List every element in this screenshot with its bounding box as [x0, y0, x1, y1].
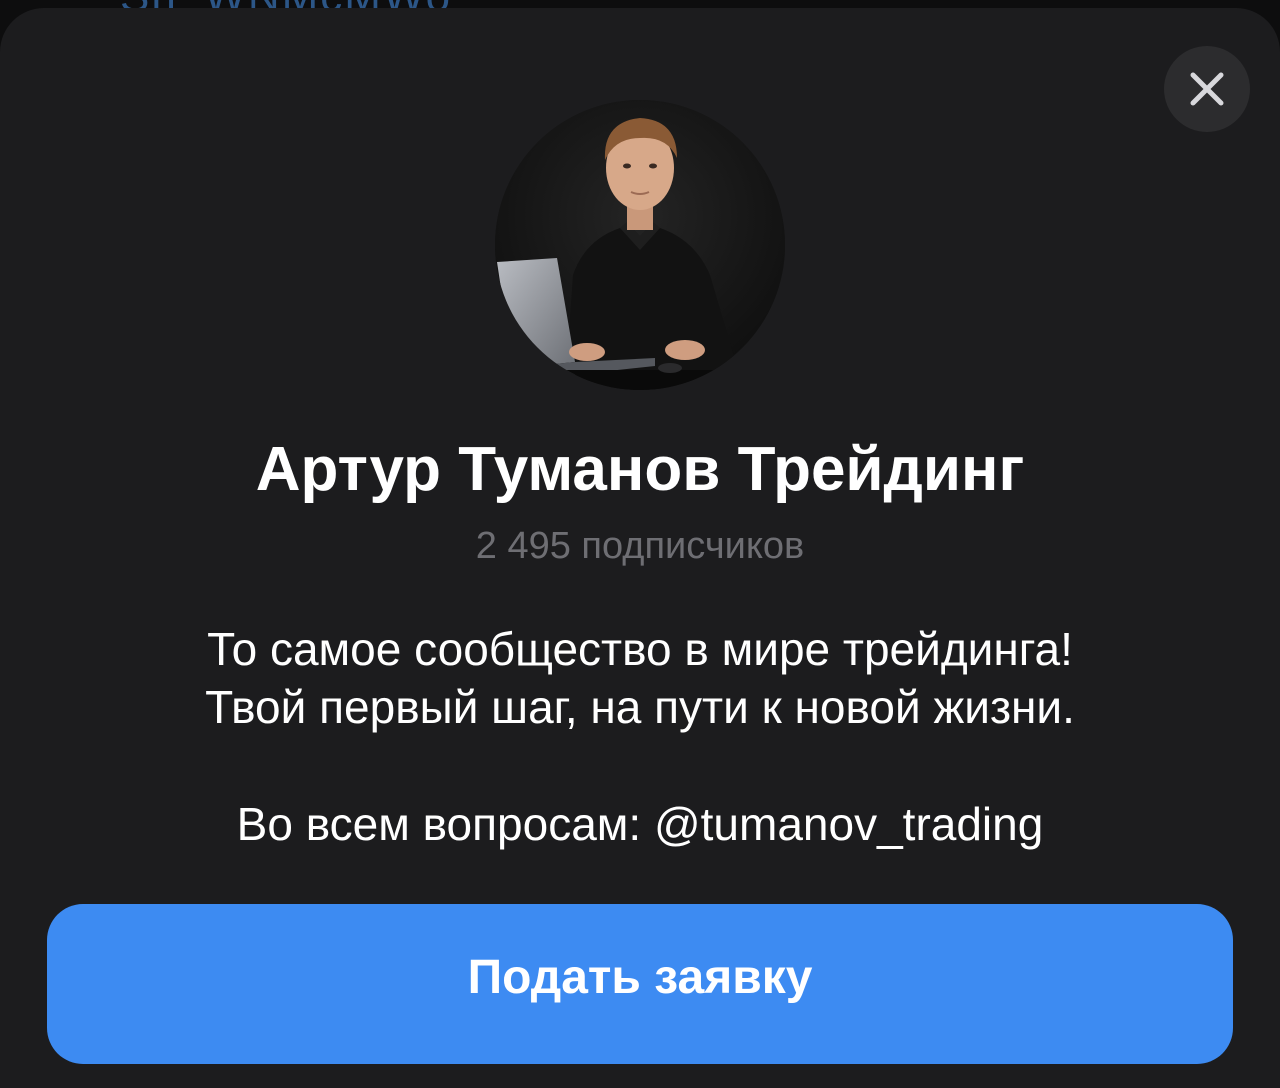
avatar [495, 100, 785, 390]
avatar-photo [495, 100, 785, 390]
contact-line[interactable]: Во всем вопросам: @tumanov_trading [0, 794, 1280, 854]
channel-name: Артур Туманов Трейдинг [255, 435, 1025, 504]
channel-description: То самое сообщество в мире трейдинга! Тв… [0, 620, 1280, 736]
close-icon [1190, 72, 1224, 106]
close-button[interactable] [1164, 46, 1250, 132]
apply-button-label: Подать заявку [467, 951, 813, 1004]
description-line: Твой первый шаг, на пути к новой жизни. [205, 681, 1075, 733]
channel-preview-sheet: Артур Туманов Трейдинг 2 495 подписчиков… [0, 8, 1280, 1088]
description-line: То самое сообщество в мире трейдинга! [207, 623, 1073, 675]
subscriber-count: 2 495 подписчиков [475, 525, 805, 567]
apply-button[interactable]: Подать заявку [47, 904, 1233, 1064]
